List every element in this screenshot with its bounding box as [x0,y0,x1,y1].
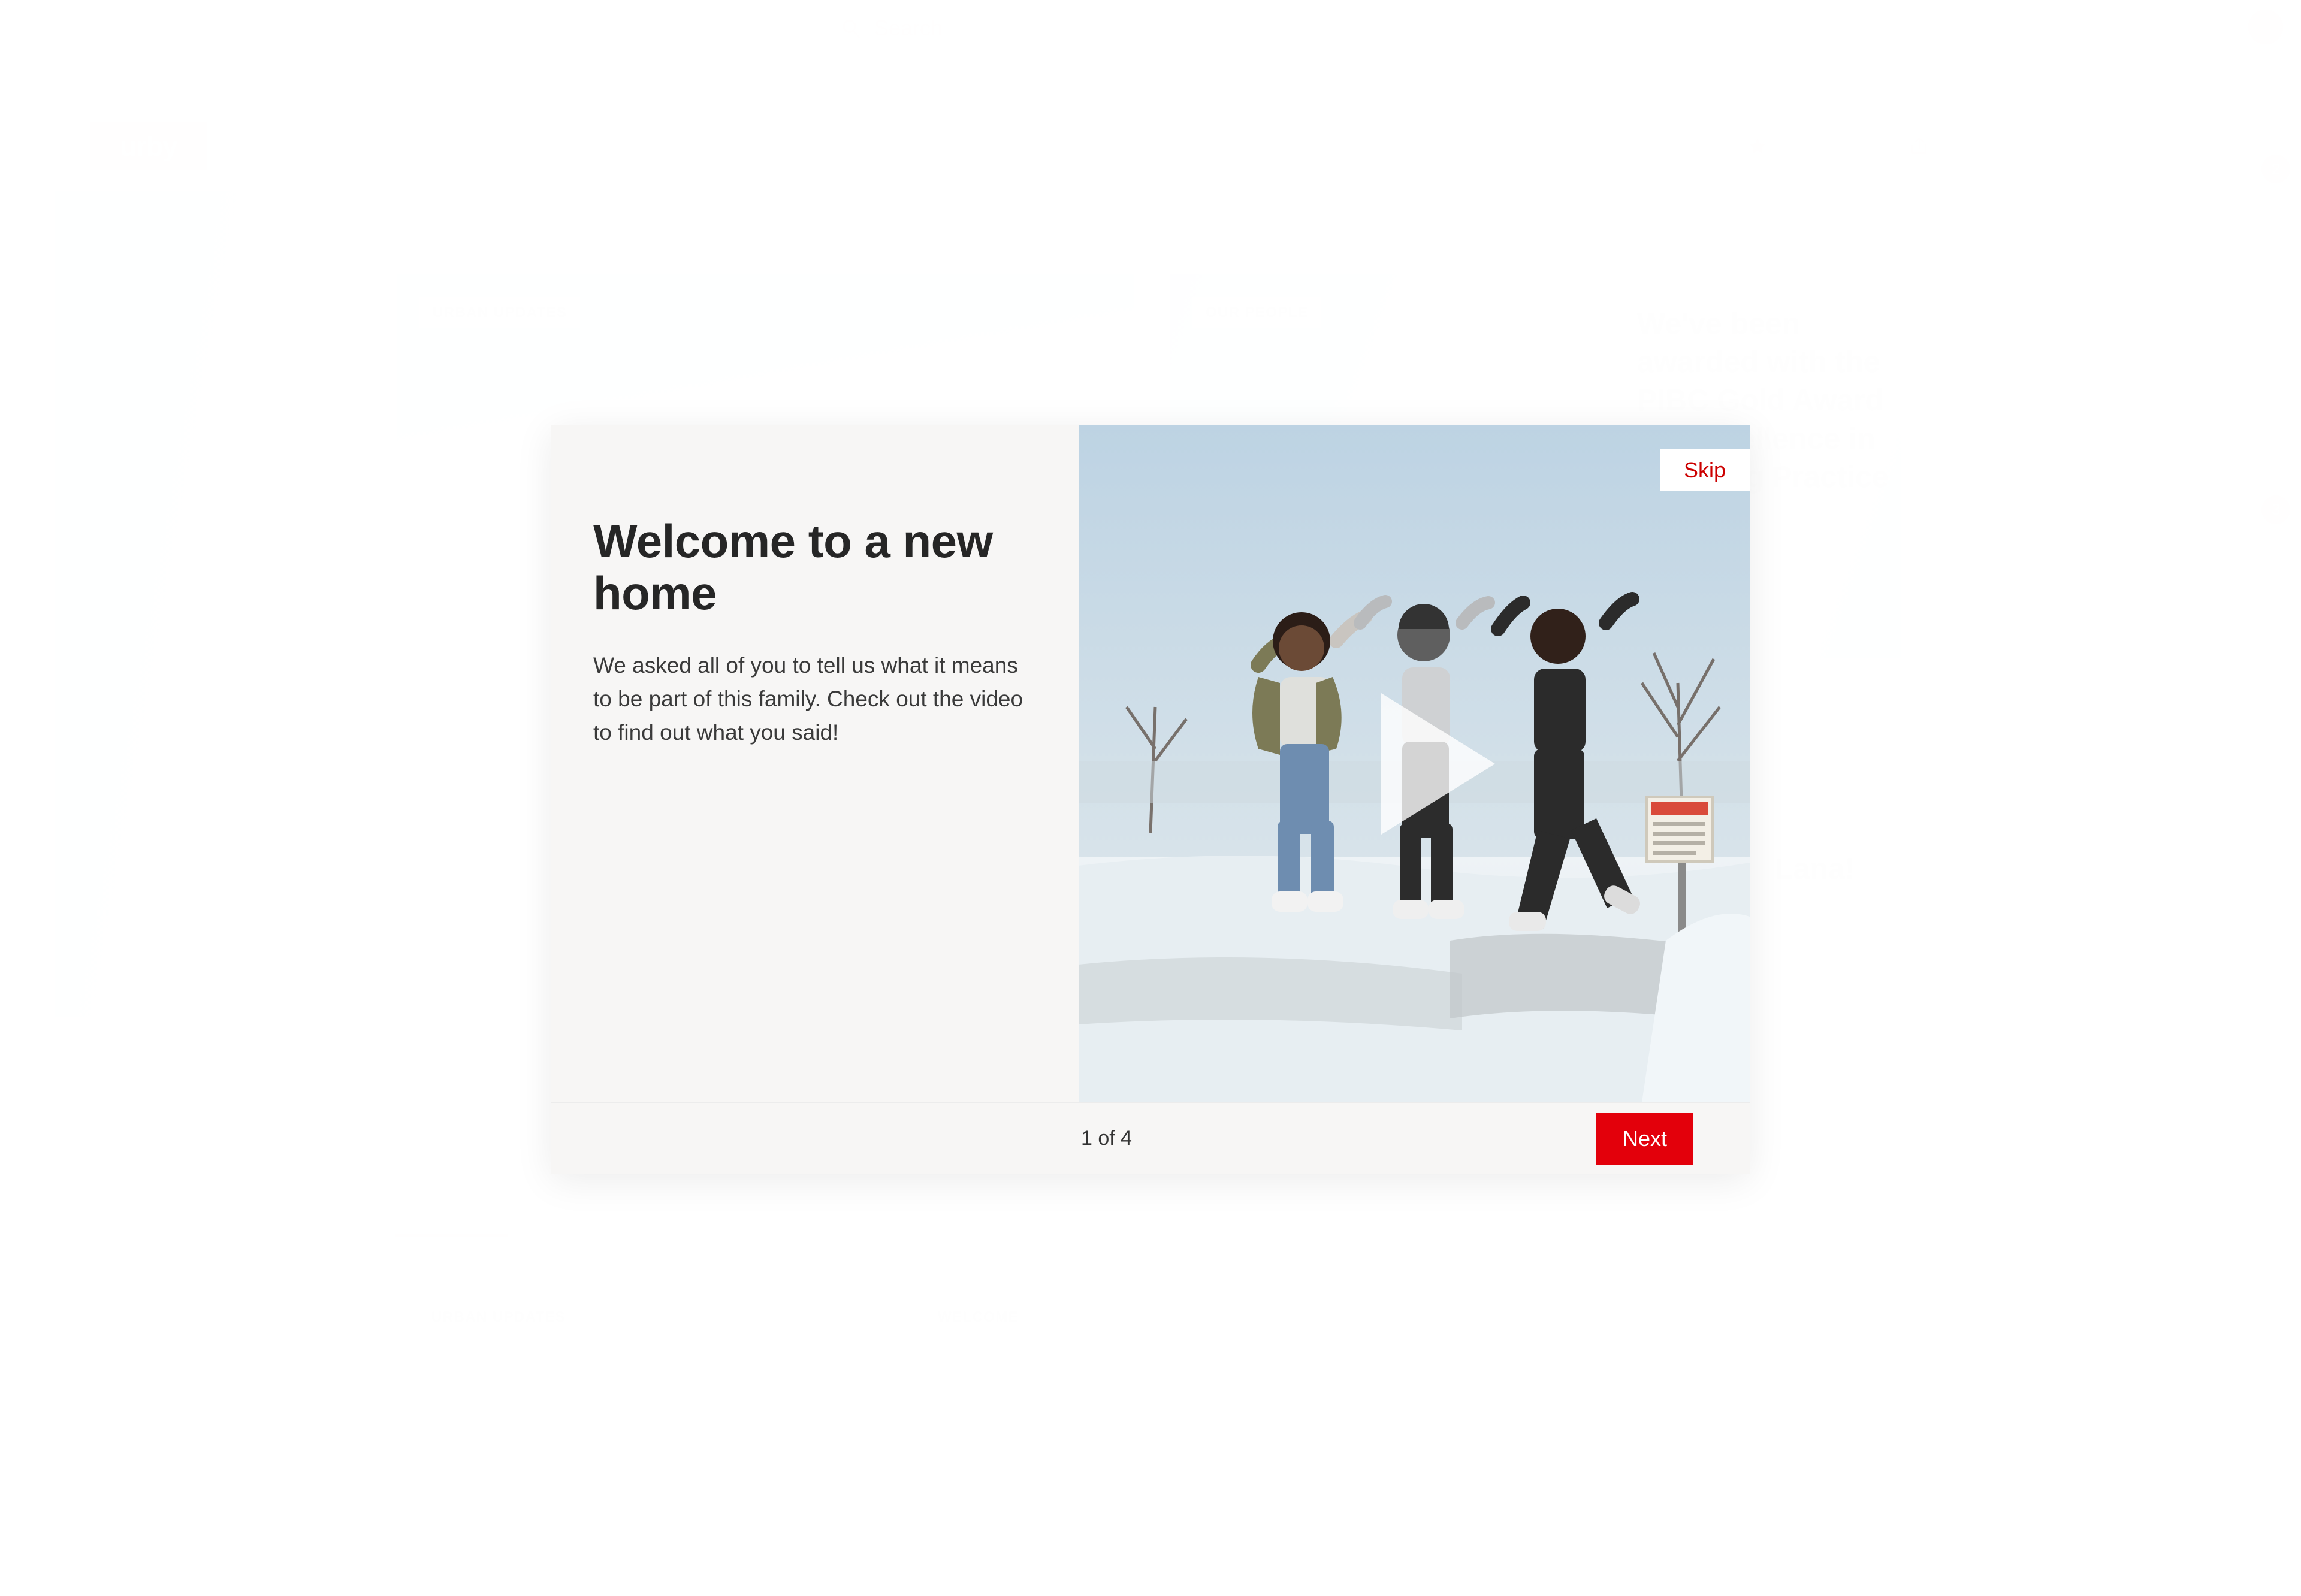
play-triangle-icon[interactable] [1381,693,1495,835]
modal-heading: Welcome to a new home [593,515,993,620]
modal-body-text: We asked all of you to tell us what it m… [593,652,1023,745]
screen-root: SharePoint Search [0,0,2301,1596]
modal-text-pane: Welcome to a new home We asked all of yo… [551,425,1079,1102]
skip-button[interactable]: Skip [1659,449,1750,491]
modal-footer: 1 of 4 Next [551,1102,1750,1174]
modal-video-pane[interactable]: Skip [1079,425,1750,1102]
modal-pager: 1 of 4 [1081,1127,1133,1150]
onboarding-modal: Welcome to a new home We asked all of yo… [551,425,1750,1174]
modal-main: Welcome to a new home We asked all of yo… [551,425,1750,1102]
next-button[interactable]: Next [1596,1113,1693,1165]
